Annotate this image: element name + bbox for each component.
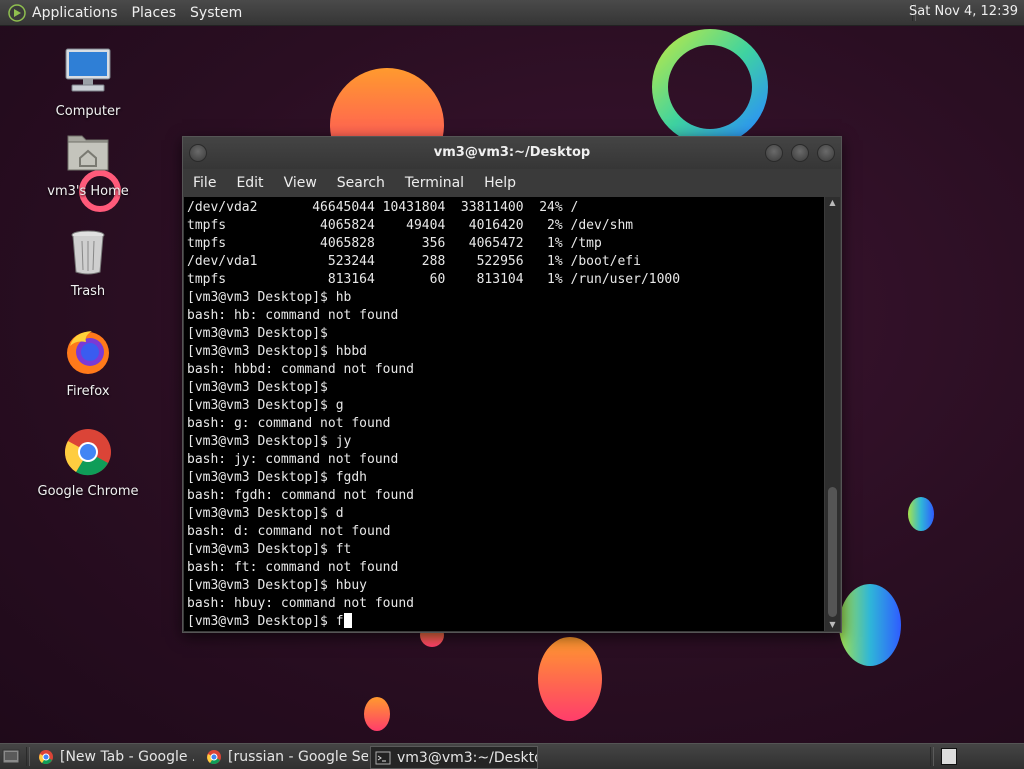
terminal-line: bash: g: command not found [187,416,391,431]
taskbar-separator [930,747,934,766]
terminal-menubar: File Edit View Search Terminal Help [183,169,841,197]
terminal-line: [vm3@vm3 Desktop]$ fgdh [187,470,368,485]
window-titlebar[interactable]: vm3@vm3:~/Desktop [183,137,841,169]
terminal-line: /dev/vda2 46645044 10431804 33811400 24%… [187,200,579,215]
scroll-down-arrow-icon[interactable]: ▼ [825,619,840,631]
task-new-tab-chrome[interactable]: [New Tab - Google ... [34,746,194,767]
terminal-line: tmpfs 4065824 49404 4016420 2% /dev/shm [187,218,634,233]
taskbar-separator [26,747,30,766]
top-panel: Applications Places System Sat Nov 4, 12… [0,0,1024,26]
menu-help[interactable]: Help [484,175,516,191]
trash-icon [71,230,105,275]
chrome-icon [39,749,53,764]
terminal-line: bash: hbuy: command not found [187,596,414,611]
desktop-icon-computer[interactable]: Computer [33,46,143,119]
chrome-icon [64,429,111,476]
menu-logo-icon[interactable] [8,3,26,22]
menu-file[interactable]: File [193,175,216,191]
terminal-line: tmpfs 813164 60 813104 1% /run/user/1000 [187,272,681,287]
terminal-output[interactable]: /dev/vda2 46645044 10431804 33811400 24%… [184,197,824,631]
workspace-switcher[interactable] [941,748,957,765]
terminal-line: /dev/vda1 523244 288 522956 1% /boot/efi [187,254,641,269]
desktop-icon-firefox[interactable]: Firefox [33,326,143,399]
terminal-line: bash: d: command not found [187,524,391,539]
show-desktop-icon[interactable] [2,748,20,765]
desktop-icon-label: Google Chrome [37,484,139,499]
terminal-scrollbar[interactable]: ▲ ▼ [825,197,840,631]
desktop-icon-label: Trash [70,284,106,299]
menu-view[interactable]: View [284,175,317,191]
task-label: [russian - Google Se... [228,748,368,765]
terminal-prompt-line: [vm3@vm3 Desktop]$ f [187,614,344,629]
menu-search[interactable]: Search [337,175,385,191]
terminal-line: bash: fgdh: command not found [187,488,414,503]
menu-terminal[interactable]: Terminal [405,175,464,191]
home-folder-icon [67,135,109,171]
task-label: [New Tab - Google ... [60,748,194,765]
terminal-line: bash: hbbd: command not found [187,362,414,377]
terminal-line: [vm3@vm3 Desktop]$ [187,326,328,341]
terminal-line: [vm3@vm3 Desktop]$ jy [187,434,352,449]
computer-icon [65,48,111,92]
task-terminal[interactable]: vm3@vm3:~/Desktop [370,746,538,769]
scroll-up-arrow-icon[interactable]: ▲ [825,197,840,209]
task-russian-chrome[interactable]: [russian - Google Se... [202,746,368,767]
close-button[interactable] [817,144,835,162]
terminal-line: [vm3@vm3 Desktop]$ hbbd [187,344,368,359]
terminal-lines: /dev/vda2 46645044 10431804 33811400 24%… [184,197,824,631]
menu-edit[interactable]: Edit [236,175,263,191]
terminal-line: [vm3@vm3 Desktop]$ hbuy [187,578,368,593]
text-cursor [343,613,352,628]
terminal-line: [vm3@vm3 Desktop]$ ft [187,542,352,557]
applications-menu[interactable]: Applications [32,5,118,21]
chrome-icon [207,749,221,764]
system-menu[interactable]: System [190,5,242,21]
clock[interactable]: Sat Nov 4, 12:39 [909,4,1018,19]
terminal-line: tmpfs 4065828 356 4065472 1% /tmp [187,236,602,251]
firefox-icon [67,331,109,374]
terminal-line: bash: hb: command not found [187,308,399,323]
desktop-icon-trash[interactable]: Trash [33,226,143,299]
terminal-line: [vm3@vm3 Desktop]$ hb [187,290,352,305]
terminal-window[interactable]: vm3@vm3:~/Desktop File Edit View Search … [182,136,842,633]
minimize-button[interactable] [765,144,783,162]
terminal-line: [vm3@vm3 Desktop]$ [187,380,328,395]
terminal-line: bash: ft: command not found [187,560,399,575]
bottom-taskbar: [New Tab - Google ... [russian - Google … [0,743,1024,769]
task-label: vm3@vm3:~/Desktop [397,749,538,766]
desktop-icon-chrome[interactable]: Google Chrome [33,426,143,499]
desktop-icon-label: vm3's Home [47,184,129,199]
desktop-icon-label: Computer [55,104,121,119]
desktop-icon-label: Firefox [66,384,110,399]
terminal-icon [375,751,391,764]
maximize-button[interactable] [791,144,809,162]
terminal-line: bash: jy: command not found [187,452,399,467]
scrollbar-thumb[interactable] [828,487,837,617]
terminal-line: [vm3@vm3 Desktop]$ d [187,506,344,521]
terminal-line: [vm3@vm3 Desktop]$ g [187,398,344,413]
window-title: vm3@vm3:~/Desktop [433,145,591,160]
places-menu[interactable]: Places [132,5,177,21]
desktop-icon-home[interactable]: vm3's Home [33,126,143,199]
